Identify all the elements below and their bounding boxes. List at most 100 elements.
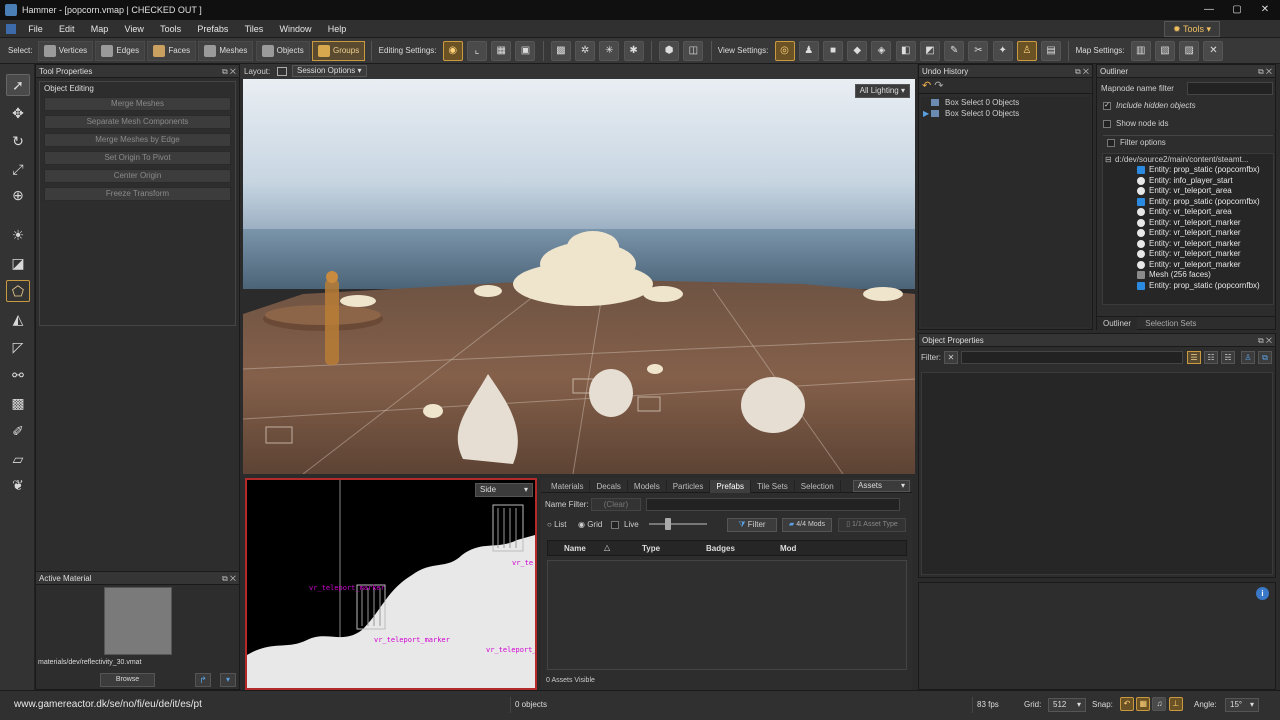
tree-item[interactable]: Entity: vr_teleport_marker	[1103, 239, 1273, 250]
session-options-dropdown[interactable]: Session Options ▾	[292, 65, 367, 77]
rotate-tool-icon[interactable]: ↻	[6, 130, 30, 152]
tree-item[interactable]: Entity: vr_teleport_marker	[1103, 228, 1273, 239]
select-meshes-button[interactable]: Meshes	[198, 41, 254, 61]
browse-button[interactable]: Browse	[100, 673, 155, 687]
close-button[interactable]: ✕	[1252, 2, 1278, 18]
separate-mesh-components-button[interactable]: Separate Mesh Components	[44, 115, 231, 129]
maximize-button[interactable]: ▢	[1224, 2, 1250, 18]
tree-item[interactable]: Entity: info_player_start	[1103, 176, 1273, 187]
panel-float-close-icon[interactable]: ⧉ ✕	[222, 572, 236, 585]
select-faces-button[interactable]: Faces	[147, 41, 197, 61]
vr-headset-icon[interactable]: ◫	[683, 41, 704, 61]
column-mod[interactable]: Mod	[780, 544, 796, 553]
select-edges-button[interactable]: Edges	[95, 41, 146, 61]
select-tool-icon[interactable]: ➚	[6, 74, 30, 96]
properties-filter-input[interactable]	[961, 351, 1183, 364]
box-icon[interactable]: ■	[823, 41, 844, 61]
mods-button[interactable]: ▰ 4/4 Mods	[782, 518, 832, 532]
bounds-icon[interactable]: ▣	[515, 41, 536, 61]
block-tool-icon[interactable]: ◪	[6, 252, 30, 274]
filter-button[interactable]: ⧩ Filter	[727, 518, 777, 532]
grid-radio[interactable]: ◉ Grid	[578, 520, 602, 529]
menu-help[interactable]: Help	[321, 20, 354, 38]
select-through-icon[interactable]: ▩	[550, 41, 571, 61]
monitor-icon[interactable]: ▤	[1041, 41, 1062, 61]
texture-tool-icon[interactable]: ▩	[6, 392, 30, 414]
extrude-tool-icon[interactable]: ◭	[6, 308, 30, 330]
tile-tool-icon[interactable]: ▱	[6, 448, 30, 470]
merge-meshes-by-edge-button[interactable]: Merge Meshes by Edge	[44, 133, 231, 147]
paint-tool-icon[interactable]: ✐	[6, 420, 30, 442]
clear-filter-button[interactable]: (Clear)	[591, 498, 641, 511]
snap-music-icon[interactable]: ♫	[1152, 697, 1167, 711]
menu-edit[interactable]: Edit	[52, 20, 82, 38]
snap-grid-icon[interactable]: ↶	[1120, 697, 1134, 711]
tree-root[interactable]: ⊟ d:/dev/source2/main/content/steamt...	[1103, 154, 1273, 165]
menu-window[interactable]: Window	[273, 20, 319, 38]
move-tool-icon[interactable]: ✥	[6, 102, 30, 124]
undo-item[interactable]: ▶ Box Select 0 Objects	[921, 108, 1091, 119]
tree-item[interactable]: Entity: prop_static (popcornfbx)	[1103, 197, 1273, 208]
thumbnail-size-slider[interactable]	[649, 523, 707, 525]
polygon-tool-icon[interactable]: ⬠	[6, 280, 30, 302]
undo-item[interactable]: Box Select 0 Objects	[921, 97, 1091, 108]
mapnode-filter-input[interactable]	[1187, 82, 1273, 95]
pivot-tool-icon[interactable]: ⊕	[6, 184, 30, 206]
menu-map[interactable]: Map	[84, 20, 116, 38]
tools-dropdown[interactable]: ✹ Tools ▾	[1164, 21, 1220, 37]
tree-item[interactable]: Entity: vr_teleport_marker	[1103, 260, 1273, 271]
material-thumbnail[interactable]	[104, 587, 172, 655]
undo-icon[interactable]: ↶	[922, 80, 931, 92]
sort-asc-icon[interactable]: △	[604, 543, 610, 552]
include-hidden-checkbox[interactable]: ✓ Include hidden objects	[1103, 101, 1196, 110]
tab-tile-sets[interactable]: Tile Sets	[751, 480, 795, 493]
cube-settings-icon[interactable]: ⬢	[659, 41, 680, 61]
tab-particles[interactable]: Particles	[667, 480, 711, 493]
layers-icon[interactable]: ◩	[919, 41, 940, 61]
brush-icon[interactable]: ◆	[847, 41, 868, 61]
player-icon[interactable]: ♙	[1016, 41, 1037, 61]
foliage-tool-icon[interactable]: ❦	[6, 474, 30, 496]
nav-icon[interactable]: ▨	[1179, 41, 1200, 61]
tab-selection[interactable]: Selection	[795, 480, 841, 493]
chevron-down-icon[interactable]: ▾	[220, 673, 236, 687]
lighting-dropdown[interactable]: All Lighting ▾	[854, 84, 910, 98]
sort-icon[interactable]: ☵	[1221, 351, 1235, 364]
list-radio[interactable]: ○ List	[547, 520, 567, 529]
wrench-icon[interactable]: ✎	[944, 41, 965, 61]
tree-item[interactable]: Entity: prop_static (popcornfbx)	[1103, 281, 1273, 292]
prop-icon[interactable]: ◈	[871, 41, 892, 61]
panel-float-close-icon[interactable]: ⧉ ✕	[1075, 65, 1089, 78]
tree-item[interactable]: Entity: vr_teleport_area	[1103, 186, 1273, 197]
copy-properties-icon[interactable]: ⧉	[1258, 351, 1272, 364]
tree-item[interactable]: Entity: vr_teleport_area	[1103, 207, 1273, 218]
share-icon[interactable]: ↱	[195, 673, 211, 687]
detail-view-icon[interactable]: ☷	[1204, 351, 1218, 364]
clip-tool-icon[interactable]: ◸	[6, 336, 30, 358]
snap-angle-icon[interactable]: ⊥	[1168, 697, 1183, 711]
camera-icon[interactable]: ◎	[774, 41, 795, 61]
tree-item[interactable]: Mesh (256 faces)	[1103, 270, 1273, 281]
snap-corner-icon[interactable]: ⌞	[466, 41, 487, 61]
menu-tiles[interactable]: Tiles	[238, 20, 271, 38]
path-tool-icon[interactable]: ⚯	[6, 364, 30, 386]
tree-expand-icon[interactable]: ⊟	[1105, 154, 1112, 165]
entity-help-icon[interactable]: ♙	[1241, 351, 1255, 364]
center-origin-button[interactable]: Center Origin	[44, 169, 231, 183]
side-viewport[interactable]: vr_teleport_marker vr_teleport_marker vr…	[245, 478, 537, 690]
tab-materials[interactable]: Materials	[545, 480, 591, 493]
pivot-icon[interactable]: ◉	[442, 41, 463, 61]
view-mode-dropdown[interactable]: Side ▾	[475, 483, 533, 497]
tab-prefabs[interactable]: Prefabs	[710, 480, 751, 493]
gear-filter-icon[interactable]: ✳	[599, 41, 620, 61]
scale-tool-icon[interactable]: ⤢	[6, 158, 30, 180]
menu-file[interactable]: File	[21, 20, 50, 38]
angle-dropdown[interactable]: 15° ▾	[1225, 697, 1259, 713]
panel-float-close-icon[interactable]: ⧉ ✕	[1258, 65, 1272, 78]
tile-icon[interactable]: ◧	[895, 41, 916, 61]
snap-vertex-icon[interactable]: ▦	[1136, 697, 1151, 711]
column-type[interactable]: Type	[642, 544, 660, 553]
layout-grid-icon[interactable]	[277, 67, 287, 76]
tree-item[interactable]: Entity: vr_teleport_marker	[1103, 249, 1273, 260]
tab-models[interactable]: Models	[628, 480, 667, 493]
